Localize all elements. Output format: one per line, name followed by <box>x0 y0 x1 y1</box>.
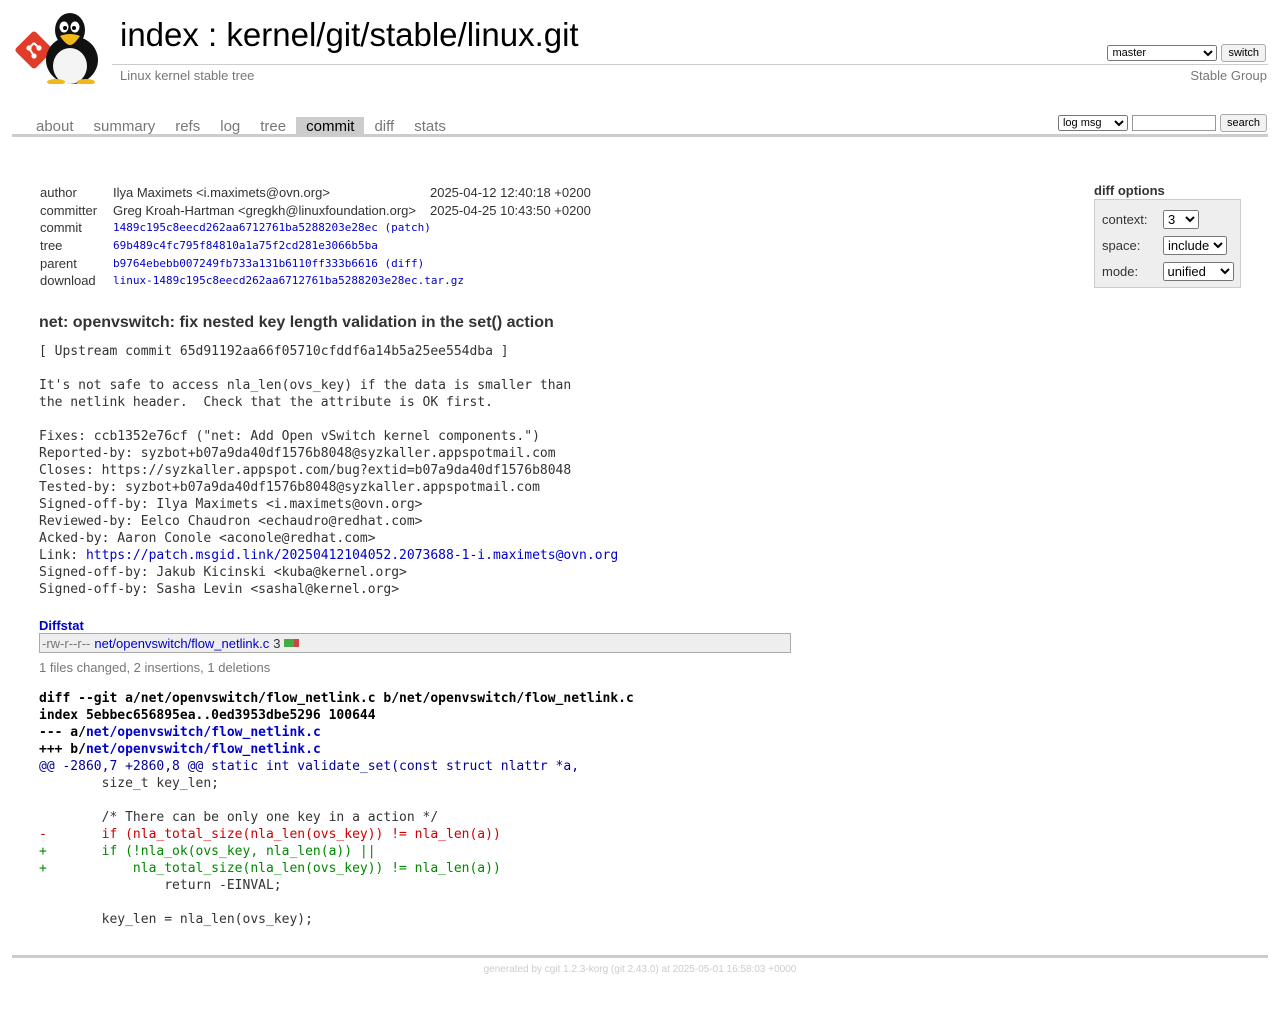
penguin-icon <box>46 13 98 84</box>
diff-line-add: + nla_total_size(nla_len(ovs_key)) != nl… <box>39 861 501 876</box>
diffstat-count: 3 <box>273 635 281 651</box>
commit-info-table: author Ilya Maximets <i.maximets@ovn.org… <box>40 184 591 290</box>
repo-owner: Stable Group <box>1190 68 1267 83</box>
new-prefix: +++ b/ <box>39 742 86 757</box>
diffstat-graph <box>284 639 300 647</box>
parent-diff-link[interactable]: (diff) <box>385 257 425 270</box>
diffstat-header[interactable]: Diffstat <box>39 618 84 633</box>
tree-row: tree 69b489c4fc795f84810a1a75f2cd281e306… <box>40 237 591 255</box>
cgit-logo <box>15 13 98 84</box>
old-prefix: --- a/ <box>39 725 86 740</box>
mode-row: mode: unified <box>1102 258 1234 284</box>
commit-message: [ Upstream commit 65d91192aa66f05710cfdd… <box>39 343 618 598</box>
space-row: space: include <box>1102 232 1234 258</box>
committer-value: Greg Kroah-Hartman <gregkh@linuxfoundati… <box>113 202 416 218</box>
repo-description: Linux kernel stable tree <box>120 68 255 83</box>
committer-label: committer <box>40 202 98 218</box>
commit-hash-link[interactable]: 1489c195c8eecd262aa6712761ba5288203e28ec <box>113 221 378 234</box>
header-divider <box>112 64 1268 65</box>
old-file-link[interactable]: net/openvswitch/flow_netlink.c <box>86 725 321 740</box>
diff-command: diff --git a/net/openvswitch/flow_netlin… <box>39 691 634 706</box>
author-row: author Ilya Maximets <i.maximets@ovn.org… <box>40 184 591 202</box>
footer: generated by cgit 1.2.3-korg (git 2.43.0… <box>483 964 797 975</box>
download-label: download <box>40 273 96 289</box>
diff-view: diff --git a/net/openvswitch/flow_netlin… <box>39 690 634 928</box>
download-row: download linux-1489c195c8eecd262aa671276… <box>40 272 591 290</box>
mode-label: mode: <box>1102 263 1139 279</box>
committer-row: committer Greg Kroah-Hartman <gregkh@lin… <box>40 202 591 220</box>
commit-value-cell: 1489c195c8eecd262aa6712761ba5288203e28ec… <box>113 219 591 237</box>
diffstat-file-link[interactable]: net/openvswitch/flow_netlink.c <box>94 636 269 651</box>
parent-row: parent b9764ebebb007249fb733a131b6110ff3… <box>40 254 591 272</box>
context-label: context: <box>1102 211 1148 227</box>
diff-options-title: diff options <box>1094 183 1165 198</box>
commit-row: commit 1489c195c8eecd262aa6712761ba52882… <box>40 219 591 237</box>
commit-subject: net: openvswitch: fix nested key length … <box>39 314 554 331</box>
patch-msgid-link[interactable]: https://patch.msgid.link/20250412104052.… <box>86 548 618 563</box>
mode-select[interactable]: unified <box>1162 261 1234 281</box>
diffstat-row: -rw-r--r-- net/openvswitch/flow_netlink.… <box>39 633 791 653</box>
diff-line-ctx: size_t key_len; <box>39 776 220 791</box>
download-link[interactable]: linux-1489c195c8eecd262aa6712761ba528820… <box>113 274 464 287</box>
search-input[interactable] <box>1131 115 1216 131</box>
space-select[interactable]: include <box>1163 235 1227 255</box>
diff-options-panel: diff options context: 3 space: include m… <box>1094 183 1241 288</box>
branch-switch-form: master switch <box>1107 44 1266 62</box>
download-value-cell: linux-1489c195c8eecd262aa6712761ba528820… <box>113 272 591 290</box>
new-file-link[interactable]: net/openvswitch/flow_netlink.c <box>86 742 321 757</box>
space-label: space: <box>1102 237 1141 253</box>
search-mode-select[interactable]: log msg <box>1057 115 1128 131</box>
context-row: context: 3 <box>1102 206 1234 232</box>
diff-line-del: - if (nla_total_size(nla_len(ovs_key)) !… <box>39 827 501 842</box>
title-separator: : <box>198 16 227 53</box>
diffstat-link[interactable]: Diffstat <box>39 618 84 633</box>
diff-old-file: --- a/net/openvswitch/flow_netlink.c <box>39 724 634 741</box>
diff-hunk-header: @@ -2860,7 +2860,8 @@ static int validat… <box>39 759 580 774</box>
message-signoffs: Signed-off-by: Jakub Kicinski <kuba@kern… <box>39 565 407 597</box>
diff-line-ctx <box>39 894 634 911</box>
diff-new-file: +++ b/net/openvswitch/flow_netlink.c <box>39 741 634 758</box>
author-value: Ilya Maximets <i.maximets@ovn.org> <box>113 185 330 201</box>
search-button[interactable]: search <box>1219 114 1267 132</box>
diff-lines: size_t key_len; /* There can be only one… <box>39 775 634 928</box>
patch-link[interactable]: (patch) <box>385 221 431 234</box>
tree-value-cell: 69b489c4fc795f84810a1a75f2cd281e3066b5ba <box>113 237 591 255</box>
branch-select[interactable]: master <box>1107 45 1218 61</box>
search-form: log msg search <box>1057 114 1267 132</box>
context-select[interactable]: 3 <box>1163 209 1199 229</box>
diff-line-ctx: /* There can be only one key in a action… <box>39 810 439 825</box>
diff-line-add: + if (!nla_ok(ovs_key, nla_len(a)) || <box>39 844 376 859</box>
diff-line-ctx: key_len = nla_len(ovs_key); <box>39 912 313 927</box>
parent-label: parent <box>40 255 77 271</box>
deletion-mark <box>294 639 300 647</box>
diff-options-box: context: 3 space: include mode: unified <box>1094 199 1241 288</box>
index-link[interactable]: index <box>120 16 199 53</box>
parent-value-cell: b9764ebebb007249fb733a131b6110ff333b6616… <box>113 254 591 272</box>
tabs-divider <box>12 134 1268 137</box>
switch-button[interactable]: switch <box>1221 44 1266 62</box>
committer-date: 2025-04-25 10:43:50 +0200 <box>429 202 591 218</box>
author-date: 2025-04-12 12:40:18 +0200 <box>429 185 591 201</box>
author-label: author <box>40 185 77 201</box>
diff-index: index 5ebbec656895ea..0ed3953dbe5296 100… <box>39 708 376 723</box>
file-mode: -rw-r--r-- <box>42 635 91 651</box>
footer-divider <box>12 955 1268 958</box>
diff-line-ctx <box>39 792 634 809</box>
diffstat-summary: 1 files changed, 2 insertions, 1 deletio… <box>39 660 271 675</box>
parent-hash-link[interactable]: b9764ebebb007249fb733a131b6110ff333b6616 <box>113 257 378 270</box>
tree-hash-link[interactable]: 69b489c4fc795f84810a1a75f2cd281e3066b5ba <box>113 239 378 252</box>
commit-label: commit <box>40 220 82 236</box>
message-body: [ Upstream commit 65d91192aa66f05710cfdd… <box>39 344 572 563</box>
page-title: index : kernel/git/stable/linux.git <box>120 16 579 54</box>
diff-line-ctx: return -EINVAL; <box>39 878 282 893</box>
repo-link[interactable]: kernel/git/stable/linux.git <box>226 16 578 53</box>
tree-label: tree <box>40 238 63 254</box>
